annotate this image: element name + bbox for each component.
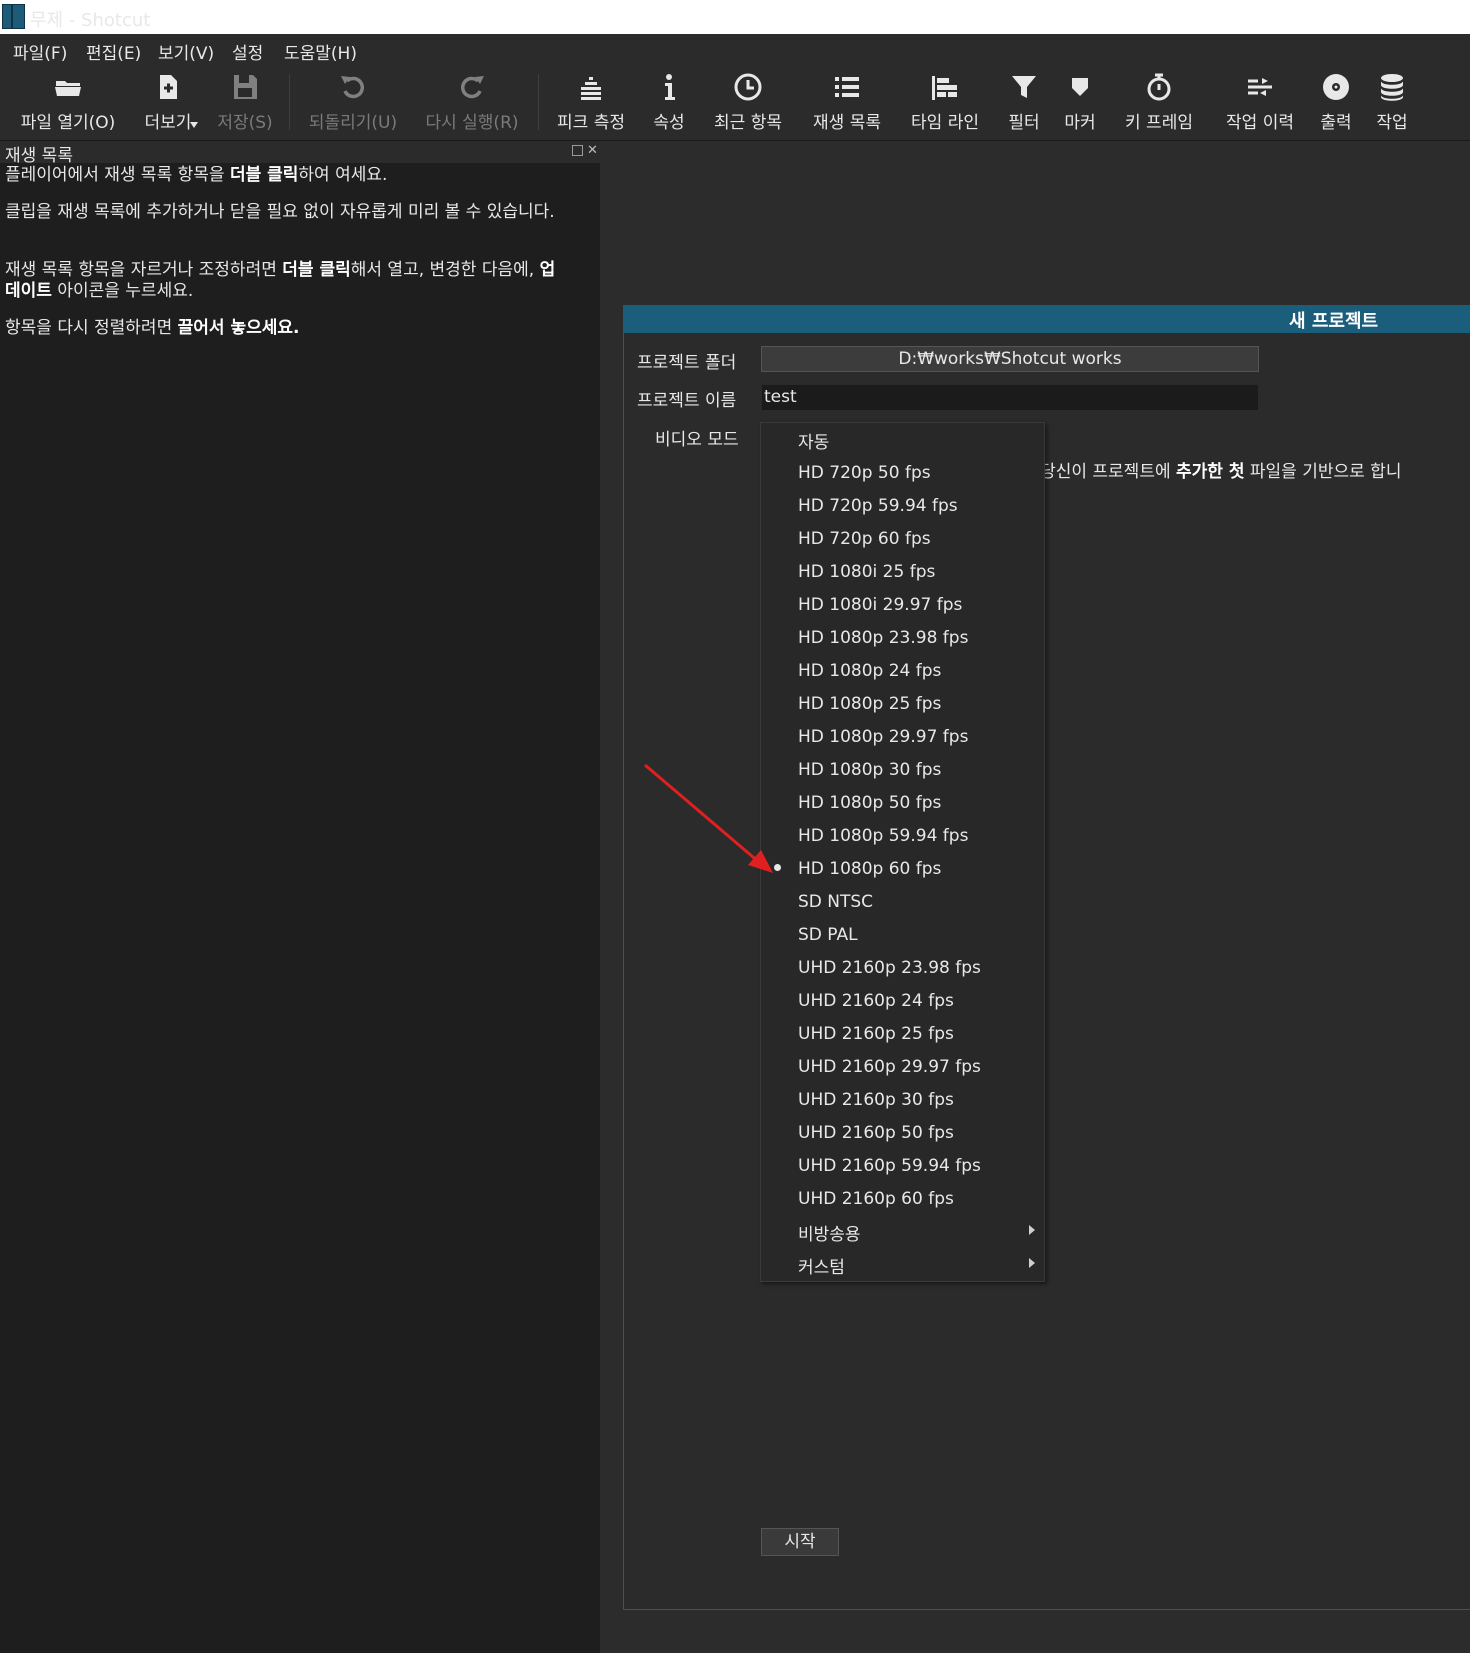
markers-button[interactable]: 마커: [1056, 64, 1104, 140]
video-mode-option[interactable]: HD 1080p 24 fps: [798, 661, 941, 681]
marker-icon: [1072, 78, 1088, 96]
jobs-button[interactable]: 작업: [1368, 64, 1416, 140]
submenu-arrow-icon: [1029, 1258, 1035, 1268]
toolbar: 파일 열기(O) 더보기 저장(S) 되돌리기(U) 다시 실행(R) 피크 측…: [0, 64, 1470, 141]
filter-icon: [1012, 76, 1036, 98]
history-button[interactable]: 작업 이력: [1214, 64, 1306, 140]
video-mode-option[interactable]: HD 1080p 59.94 fps: [798, 826, 968, 846]
toolbar-separator: [289, 74, 290, 130]
video-mode-option[interactable]: SD PAL: [798, 925, 858, 945]
peak-meter-icon: [581, 77, 601, 100]
menu-help[interactable]: 도움말(H): [284, 39, 357, 64]
video-mode-option[interactable]: UHD 2160p 59.94 fps: [798, 1156, 981, 1176]
open-file-button[interactable]: 파일 열기(O): [8, 64, 128, 140]
submenu-non-broadcast[interactable]: 비방송용: [798, 1220, 861, 1245]
menu-file[interactable]: 파일(F): [13, 39, 67, 64]
video-mode-option[interactable]: HD 720p 59.94 fps: [798, 496, 958, 516]
clock-icon: [734, 73, 762, 101]
recent-button[interactable]: 최근 항목: [702, 64, 794, 140]
history-icon: [1248, 78, 1272, 96]
video-mode-option[interactable]: UHD 2160p 60 fps: [798, 1189, 954, 1209]
video-mode-option[interactable]: UHD 2160p 24 fps: [798, 991, 954, 1011]
file-add-icon: [160, 75, 177, 99]
video-mode-option[interactable]: UHD 2160p 50 fps: [798, 1123, 954, 1143]
filters-button[interactable]: 필터: [1000, 64, 1048, 140]
disc-icon: [1323, 74, 1349, 100]
undo-button[interactable]: 되돌리기(U): [298, 64, 408, 140]
new-project-title: 새 프로젝트: [1289, 311, 1379, 332]
start-button[interactable]: 시작: [761, 1528, 839, 1556]
toolbar-separator: [538, 74, 539, 130]
title-bar: [0, 0, 1470, 34]
list-icon: [835, 77, 859, 97]
annotation-arrow-icon: [644, 763, 773, 873]
app-logo-icon: [2, 4, 25, 29]
window-title: 무제 - Shotcut: [30, 10, 151, 31]
save-icon: [234, 75, 257, 99]
menu-view[interactable]: 보기(V): [158, 39, 214, 64]
redo-icon: [461, 76, 484, 99]
project-name-label: 프로젝트 이름: [637, 391, 737, 411]
playlist-help-text-4: 항목을 다시 정렬하려면 끌어서 놓으세요.: [5, 318, 300, 338]
video-mode-option[interactable]: HD 1080p 25 fps: [798, 694, 941, 714]
video-mode-option[interactable]: UHD 2160p 23.98 fps: [798, 958, 981, 978]
info-icon: [665, 74, 675, 100]
video-mode-description: t 당신이 프로젝트에 추가한 첫 파일을 기반으로 합니: [1028, 462, 1402, 482]
more-button[interactable]: 더보기: [134, 64, 202, 140]
video-mode-option[interactable]: HD 1080p 29.97 fps: [798, 727, 968, 747]
submenu-custom[interactable]: 커스텀: [798, 1253, 845, 1278]
timeline-icon: [932, 76, 957, 100]
video-mode-dropdown: [760, 422, 1045, 1282]
peak-meter-button[interactable]: 피크 측정: [548, 64, 634, 140]
dropdown-caret-icon: [190, 122, 198, 128]
undo-icon: [341, 76, 364, 99]
properties-button[interactable]: 속성: [646, 64, 692, 140]
redo-button[interactable]: 다시 실행(R): [414, 64, 530, 140]
close-panel-icon[interactable]: ✕: [587, 143, 598, 158]
playlist-title: 재생 목록: [5, 146, 73, 166]
menu-bar: 파일(F) 편집(E) 보기(V) 설정 도움말(H): [0, 34, 1470, 64]
video-mode-option[interactable]: UHD 2160p 29.97 fps: [798, 1057, 981, 1077]
float-panel-icon[interactable]: [572, 145, 583, 156]
video-mode-option[interactable]: HD 1080p 50 fps: [798, 793, 941, 813]
video-mode-option[interactable]: HD 1080p 30 fps: [798, 760, 941, 780]
video-mode-option[interactable]: HD 720p 60 fps: [798, 529, 931, 549]
submenu-arrow-icon: [1029, 1225, 1035, 1235]
timeline-button[interactable]: 타임 라인: [902, 64, 988, 140]
project-name-input[interactable]: test: [761, 384, 1259, 411]
menu-settings[interactable]: 설정: [232, 39, 263, 64]
playlist-help-text-3: 재생 목록 항목을 자르거나 조정하려면 더블 클릭해서 열고, 변경한 다음에…: [5, 260, 556, 301]
video-mode-option[interactable]: HD 720p 50 fps: [798, 463, 931, 483]
playlist-button[interactable]: 재생 목록: [804, 64, 890, 140]
save-button[interactable]: 저장(S): [208, 64, 282, 140]
video-mode-option[interactable]: HD 1080i 29.97 fps: [798, 595, 962, 615]
video-mode-option-selected[interactable]: HD 1080p 60 fps: [798, 859, 941, 879]
video-mode-option[interactable]: 자동: [798, 428, 829, 453]
video-mode-option[interactable]: SD NTSC: [798, 892, 873, 912]
project-folder-label: 프로젝트 폴더: [637, 353, 737, 373]
keyframes-button[interactable]: 키 프레임: [1114, 64, 1204, 140]
playlist-help-text-1: 플레이어에서 재생 목록 항목을 더블 클릭하여 여세요.: [5, 165, 388, 185]
video-mode-option[interactable]: UHD 2160p 30 fps: [798, 1090, 954, 1110]
video-mode-label: 비디오 모드: [655, 430, 739, 450]
new-project-panel: [623, 305, 1470, 1610]
playlist-panel: [0, 141, 600, 1653]
folder-open-icon: [55, 81, 81, 96]
video-mode-option[interactable]: UHD 2160p 25 fps: [798, 1024, 954, 1044]
playlist-header: [0, 141, 600, 163]
video-mode-option[interactable]: HD 1080i 25 fps: [798, 562, 935, 582]
playlist-help-text-2: 클립을 재생 목록에 추가하거나 닫을 필요 없이 자유롭게 미리 볼 수 있습…: [5, 202, 555, 222]
project-folder-button[interactable]: D:₩works₩Shotcut works: [761, 346, 1259, 372]
export-button[interactable]: 출력: [1312, 64, 1360, 140]
video-mode-option[interactable]: HD 1080p 23.98 fps: [798, 628, 968, 648]
stopwatch-icon: [1147, 73, 1171, 101]
menu-edit[interactable]: 편집(E): [86, 39, 141, 64]
jobs-stack-icon: [1381, 74, 1403, 101]
